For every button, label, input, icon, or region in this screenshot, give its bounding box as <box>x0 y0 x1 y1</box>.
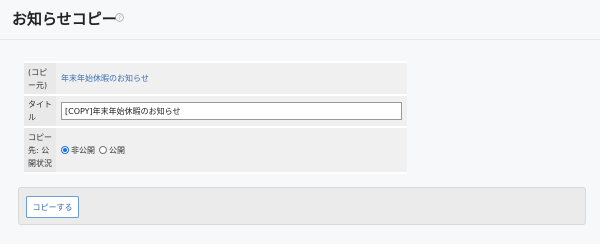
help-circle-icon[interactable]: ? <box>115 13 124 22</box>
action-panel: コピーする <box>18 187 586 225</box>
radio-public-dot[interactable] <box>99 146 107 154</box>
radio-public[interactable]: 公開 <box>99 145 125 156</box>
radio-public-label: 公開 <box>109 145 125 155</box>
source-link[interactable]: 年末年始休暇のお知らせ <box>61 74 149 83</box>
status-radio-group: 非公開 公開 <box>61 145 402 156</box>
form-row-source: (コピー元) 年末年始休暇のお知らせ <box>24 63 407 94</box>
status-label: コピー先: 公開状況 <box>24 128 56 172</box>
title-label: タイトル <box>24 96 56 126</box>
page-title: お知らせコピー <box>12 10 117 28</box>
radio-private-dot[interactable] <box>61 146 69 154</box>
source-cell: 年末年始休暇のお知らせ <box>56 63 407 94</box>
radio-private[interactable]: 非公開 <box>61 145 95 156</box>
source-label: (コピー元) <box>24 63 56 94</box>
radio-private-label: 非公開 <box>71 145 95 155</box>
form-row-status: コピー先: 公開状況 非公開 公開 <box>24 128 407 172</box>
status-cell: 非公開 公開 <box>56 128 407 172</box>
title-cell <box>56 96 407 126</box>
form-row-title: タイトル <box>24 96 407 126</box>
title-input[interactable] <box>61 102 402 120</box>
copy-button[interactable]: コピーする <box>26 196 79 218</box>
svg-text:?: ? <box>118 15 121 21</box>
page-header: お知らせコピー ? <box>0 0 600 40</box>
copy-form-table: (コピー元) 年末年始休暇のお知らせ タイトル コピー先: 公開状況 非公開 公… <box>24 61 407 174</box>
